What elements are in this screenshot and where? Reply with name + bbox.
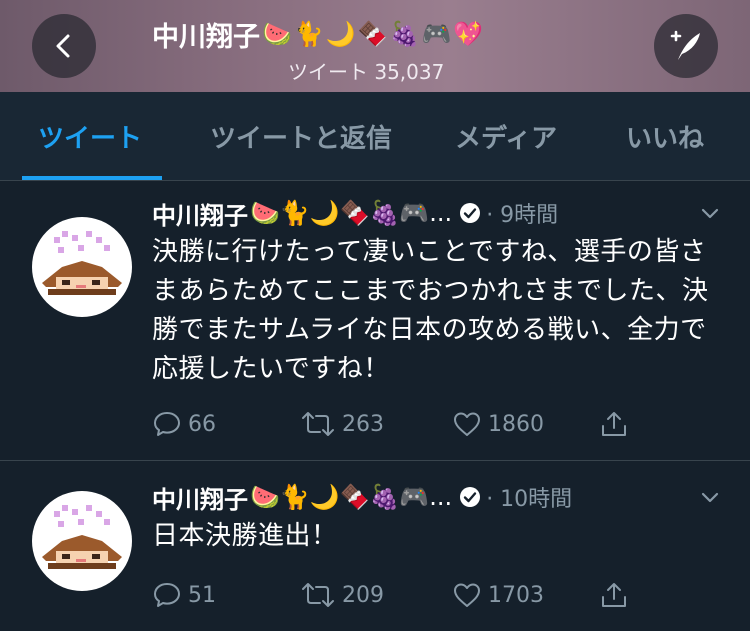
heart-icon xyxy=(454,583,480,607)
tab-likes[interactable]: いいね xyxy=(626,92,704,180)
reply-count: 51 xyxy=(188,582,216,608)
retweet-icon xyxy=(302,583,334,607)
chevron-left-icon xyxy=(56,34,70,58)
retweet-count: 263 xyxy=(342,411,384,437)
heart-icon xyxy=(454,412,480,436)
share-button[interactable] xyxy=(599,575,635,615)
chevron-down-icon[interactable] xyxy=(698,485,722,513)
tweet[interactable]: 中川翔子 🍉🐈🌙🍫🍇🎮... · 9時間 決勝に行けたって凄いことですね、選手の… xyxy=(0,181,750,461)
crescent-moon-icon: 🌙 xyxy=(325,20,356,48)
header-title: 中川翔子 🍉 🐈 🌙 🍫 🍇 🎮 💖 xyxy=(152,14,483,54)
retweet-icon xyxy=(302,412,334,436)
share-icon xyxy=(602,583,626,607)
profile-header: 中川翔子 🍉 🐈 🌙 🍫 🍇 🎮 💖 ツイート 35,037 xyxy=(0,0,750,92)
tweet-author-name[interactable]: 中川翔子 xyxy=(152,480,248,515)
watermelon-icon: 🍉 xyxy=(262,20,292,48)
tweet-header: 中川翔子 🍉🐈🌙🍫🍇🎮... · 10時間 xyxy=(152,479,722,515)
reply-button[interactable]: 51 xyxy=(152,575,216,615)
retweet-button[interactable]: 209 xyxy=(300,575,384,615)
verified-badge-icon xyxy=(458,201,482,225)
name-emojis: 🍉🐈🌙🍫🍇🎮... xyxy=(250,483,453,511)
tweet-author-name[interactable]: 中川翔子 xyxy=(152,196,248,231)
tweet-actions: 51 209 1703 xyxy=(152,575,652,615)
pixel-avatar-image xyxy=(42,505,122,569)
tweet-timestamp[interactable]: · 10時間 xyxy=(486,481,572,513)
header-name: 中川翔子 xyxy=(152,21,260,53)
tweet-text: 決勝に行けたって凄いことですね、選手の皆さまあらためてここまでおつかれさまでした… xyxy=(152,237,709,384)
reply-icon xyxy=(154,583,180,607)
share-icon xyxy=(602,412,626,436)
like-button[interactable]: 1703 xyxy=(452,575,544,615)
pixel-avatar-image xyxy=(42,231,122,295)
tab-media[interactable]: メディア xyxy=(455,92,557,180)
tweet-timestamp[interactable]: · 9時間 xyxy=(486,197,558,229)
cat-icon: 🐈 xyxy=(293,20,324,48)
sparkling-heart-icon: 💖 xyxy=(453,20,484,48)
share-button[interactable] xyxy=(599,404,635,444)
compose-tweet-button[interactable] xyxy=(654,14,718,78)
retweet-count: 209 xyxy=(342,582,384,608)
name-emojis: 🍉🐈🌙🍫🍇🎮... xyxy=(250,199,453,227)
chocolate-icon: 🍫 xyxy=(357,20,388,48)
avatar[interactable] xyxy=(32,491,132,591)
avatar[interactable] xyxy=(32,217,132,317)
compose-feather-icon xyxy=(670,30,700,60)
tweet-count: ツイート 35,037 xyxy=(288,60,445,84)
like-count: 1703 xyxy=(488,582,544,608)
retweet-button[interactable]: 263 xyxy=(300,404,384,444)
game-controller-icon: 🎮 xyxy=(421,20,452,48)
tab-tweets[interactable]: ツイート xyxy=(38,92,142,180)
profile-tabs: ツイート ツイートと返信 メディア いいね xyxy=(0,92,750,181)
tweet-text: 日本決勝進出！ xyxy=(152,521,338,551)
tweet-header: 中川翔子 🍉🐈🌙🍫🍇🎮... · 9時間 xyxy=(152,195,722,231)
active-tab-indicator xyxy=(22,176,162,180)
back-button[interactable] xyxy=(32,14,96,78)
verified-badge-icon xyxy=(458,485,482,509)
like-count: 1860 xyxy=(488,411,544,437)
reply-icon xyxy=(154,412,180,436)
tweet-actions: 66 263 1860 xyxy=(152,404,652,444)
reply-count: 66 xyxy=(188,411,216,437)
chevron-down-icon[interactable] xyxy=(698,201,722,229)
tab-tweets-and-replies[interactable]: ツイートと返信 xyxy=(210,92,392,180)
grapes-icon: 🍇 xyxy=(389,20,420,48)
reply-button[interactable]: 66 xyxy=(152,404,216,444)
tweet[interactable]: 中川翔子 🍉🐈🌙🍫🍇🎮... · 10時間 日本決勝進出！ 51 209 170… xyxy=(0,461,750,631)
like-button[interactable]: 1860 xyxy=(452,404,544,444)
